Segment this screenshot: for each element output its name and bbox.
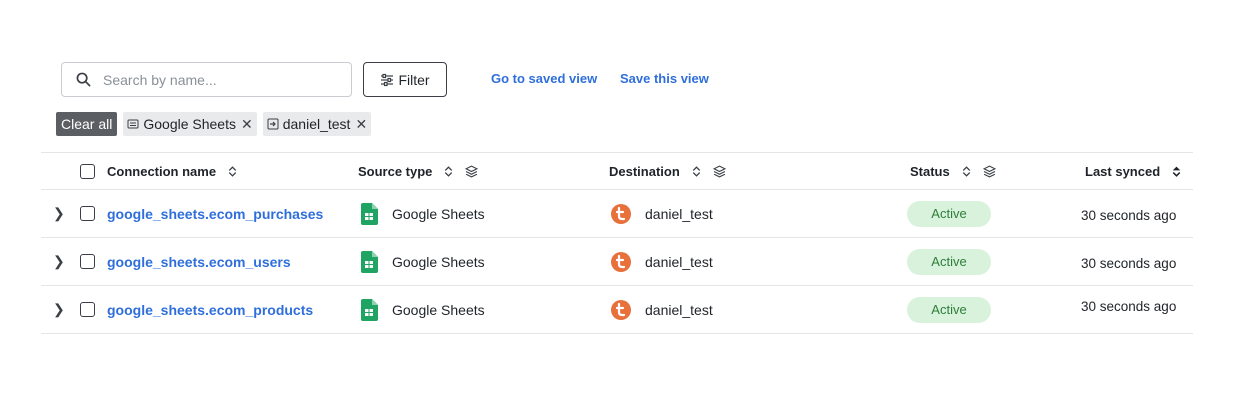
source-type-cell: Google Sheets (360, 238, 485, 285)
connection-name-link[interactable]: google_sheets.ecom_products (107, 302, 313, 318)
connection-name-link[interactable]: google_sheets.ecom_users (107, 254, 291, 270)
column-label: Source type (358, 163, 433, 179)
expand-chevron-icon[interactable]: ❯ (53, 238, 65, 285)
go-to-saved-view-link[interactable]: Go to saved view (491, 71, 597, 86)
column-last-synced[interactable]: Last synced (1085, 153, 1183, 189)
last-synced-text: 30 seconds ago (1081, 208, 1177, 223)
expand-chevron-icon[interactable]: ❯ (53, 286, 65, 333)
table-header: Connection name Source type Destination (41, 152, 1193, 190)
destination-cell: daniel_test (611, 286, 713, 333)
row-checkbox[interactable] (80, 302, 95, 317)
filter-chip-label: daniel_test (282, 116, 351, 132)
column-status[interactable]: Status (910, 153, 996, 189)
last-synced-text: 30 seconds ago (1081, 256, 1177, 271)
save-this-view-link[interactable]: Save this view (620, 71, 709, 86)
status-badge: Active (907, 296, 991, 323)
search-icon (76, 72, 91, 87)
column-connection-name[interactable]: Connection name (107, 153, 239, 189)
sort-icon[interactable] (690, 165, 703, 178)
source-type-cell: Google Sheets (360, 286, 485, 333)
layers-icon[interactable] (982, 164, 996, 178)
search-box[interactable] (61, 62, 352, 97)
select-all-checkbox[interactable] (80, 163, 95, 179)
close-icon[interactable]: ✕ (241, 116, 253, 133)
sort-icon[interactable] (226, 165, 239, 178)
google-sheets-icon (361, 202, 378, 225)
destination-icon (267, 118, 279, 130)
column-label: Destination (609, 163, 680, 179)
table-row[interactable]: ❯ google_sheets.ecom_users Google Sheets… (41, 238, 1193, 286)
filter-chip-source[interactable]: Google Sheets ✕ (123, 112, 257, 136)
column-destination[interactable]: Destination (609, 153, 726, 189)
destination-cell: daniel_test (611, 190, 713, 237)
sort-icon[interactable] (960, 165, 973, 178)
destination-label: daniel_test (645, 205, 713, 222)
sort-icon[interactable] (442, 165, 455, 178)
sort-desc-icon[interactable] (1170, 165, 1183, 178)
expand-chevron-icon[interactable]: ❯ (53, 190, 65, 237)
table-row[interactable]: ❯ google_sheets.ecom_purchases Google Sh… (41, 190, 1193, 238)
source-type-label: Google Sheets (392, 301, 485, 318)
layers-icon[interactable] (712, 164, 726, 178)
layers-icon[interactable] (465, 164, 479, 178)
source-icon (127, 119, 139, 129)
search-input[interactable] (103, 71, 333, 88)
row-checkbox[interactable] (80, 206, 95, 221)
destination-cell: daniel_test (611, 238, 713, 285)
filter-chip-label: Google Sheets (143, 116, 236, 132)
column-source-type[interactable]: Source type (358, 153, 479, 189)
row-checkbox[interactable] (80, 254, 95, 269)
filter-chip-destination[interactable]: daniel_test ✕ (262, 112, 372, 136)
filter-label: Filter (398, 71, 430, 88)
destination-logo-icon (611, 203, 631, 224)
table-row[interactable]: ❯ google_sheets.ecom_products Google She… (41, 286, 1193, 334)
destination-label: daniel_test (645, 253, 713, 270)
google-sheets-icon (361, 298, 378, 321)
google-sheets-icon (361, 250, 378, 273)
column-label: Status (910, 163, 950, 179)
close-icon[interactable]: ✕ (355, 116, 367, 133)
active-filters: Clear all Google Sheets ✕ daniel_test ✕ (56, 112, 372, 136)
destination-logo-icon (611, 299, 631, 320)
status-badge: Active (907, 248, 991, 275)
last-synced-text: 30 seconds ago (1081, 299, 1177, 314)
clear-all-button[interactable]: Clear all (56, 112, 118, 136)
status-badge: Active (907, 200, 991, 227)
connection-name-link[interactable]: google_sheets.ecom_purchases (107, 206, 323, 222)
connections-table: Connection name Source type Destination (41, 152, 1193, 334)
source-type-label: Google Sheets (392, 205, 485, 222)
column-label: Connection name (107, 163, 217, 179)
column-label: Last synced (1085, 163, 1161, 179)
source-type-label: Google Sheets (392, 253, 485, 270)
destination-label: daniel_test (645, 301, 713, 318)
filter-button[interactable]: Filter (363, 62, 447, 97)
source-type-cell: Google Sheets (360, 190, 485, 237)
sliders-icon (381, 73, 394, 86)
destination-logo-icon (611, 251, 631, 272)
